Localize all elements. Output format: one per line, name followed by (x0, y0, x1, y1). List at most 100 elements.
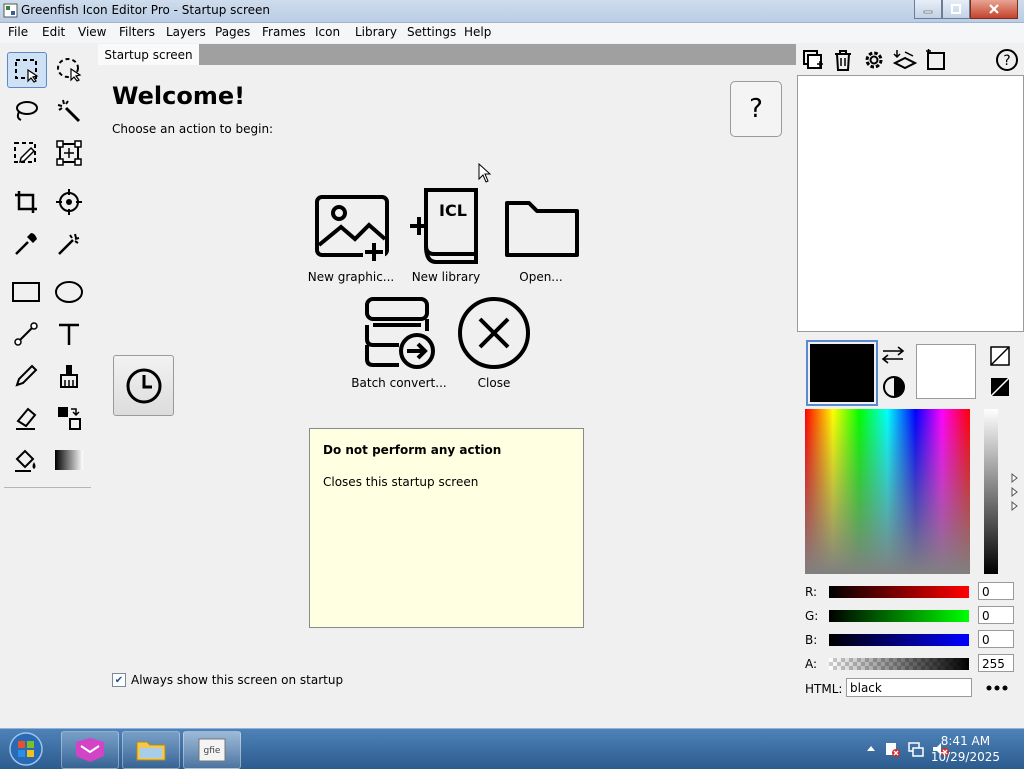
green-value[interactable]: 0 (978, 606, 1014, 624)
magic-wand-tool[interactable] (50, 94, 88, 128)
open-button[interactable]: Open... (493, 193, 589, 285)
primary-color-swatch[interactable] (806, 340, 878, 406)
menu-frames[interactable]: Frames (262, 25, 306, 39)
fill-tool[interactable] (7, 443, 45, 477)
menu-library[interactable]: Library (355, 25, 397, 39)
taskbar-file-explorer[interactable] (122, 731, 180, 769)
transform-tool[interactable] (50, 136, 88, 170)
always-show-checkbox[interactable]: ✔ (112, 673, 126, 687)
text-icon (59, 323, 79, 345)
luminance-slider[interactable] (984, 409, 998, 574)
greenfish-icon: gfie (198, 738, 226, 762)
gradient-icon (55, 450, 83, 470)
red-slider[interactable] (829, 586, 969, 598)
menu-pages[interactable]: Pages (215, 25, 250, 39)
alpha-value[interactable]: 255 (978, 654, 1014, 672)
lasso-icon (16, 101, 38, 121)
pencil-tool[interactable] (7, 359, 45, 393)
line-tool[interactable] (7, 317, 45, 351)
color-picker-tool[interactable] (7, 227, 45, 261)
taskbar-app-store[interactable] (61, 731, 119, 769)
text-tool[interactable] (50, 317, 88, 351)
brush-tool[interactable] (50, 359, 88, 393)
clock-time: 8:41 AM (940, 734, 991, 748)
hotspot-tool[interactable] (50, 185, 88, 219)
close-circle-icon (458, 297, 530, 369)
swap-colors-button[interactable] (879, 344, 907, 366)
new-graphic-icon (315, 195, 389, 263)
pencil-icon (15, 364, 38, 387)
menu-file[interactable]: File (8, 25, 28, 39)
color-spectrum[interactable] (805, 409, 970, 574)
html-label: HTML: (805, 682, 843, 696)
network-icon[interactable] (908, 741, 924, 757)
taskbar-greenfish[interactable]: gfie (183, 731, 241, 769)
menu-settings[interactable]: Settings (407, 25, 456, 39)
taskbar-clock[interactable]: 8:41 AM 10/29/2025 (931, 733, 1000, 765)
more-options-icon[interactable] (985, 684, 1009, 692)
tab-startup-screen[interactable]: Startup screen (98, 44, 199, 65)
ellipse-select-tool[interactable] (50, 52, 88, 86)
blue-label: B: (805, 633, 818, 647)
secondary-color-swatch[interactable] (916, 344, 976, 399)
batch-convert-button[interactable]: Batch convert... (351, 295, 447, 391)
help-button[interactable]: ? (730, 81, 782, 137)
invert-color-button[interactable] (881, 374, 907, 400)
maximize-button[interactable] (942, 0, 970, 19)
action-description-title: Do not perform any action (323, 443, 502, 457)
green-label: G: (805, 609, 819, 623)
gradient-tool[interactable] (50, 443, 88, 477)
start-button[interactable] (4, 731, 48, 767)
clock-date: 10/29/2025 (930, 750, 1000, 764)
crop-tool[interactable] (7, 185, 45, 219)
show-hidden-icons-icon[interactable] (866, 744, 876, 752)
open-label: Open... (519, 270, 563, 284)
rect-select-tool[interactable] (7, 52, 47, 88)
batch-convert-icon (365, 297, 435, 369)
red-value[interactable]: 0 (978, 582, 1014, 600)
retouch-tool[interactable] (50, 227, 88, 261)
new-frame-button[interactable] (924, 48, 948, 72)
new-page-icon (926, 49, 945, 70)
green-slider[interactable] (829, 610, 969, 622)
ellipse-tool[interactable] (50, 275, 88, 309)
eraser-tool[interactable] (7, 401, 45, 435)
new-layer-button[interactable] (801, 48, 825, 72)
delete-layer-button[interactable] (831, 48, 855, 72)
new-library-button[interactable]: ICL New library (398, 186, 494, 285)
duplicate-icon (803, 50, 823, 69)
blue-value[interactable]: 0 (978, 630, 1014, 648)
html-color-row: HTML: black (805, 678, 1023, 700)
action-description-text: Closes this startup screen (323, 475, 479, 489)
primary-color-fill (810, 344, 874, 402)
gear-icon (865, 51, 883, 69)
layer-settings-button[interactable] (862, 48, 886, 72)
rectangle-tool[interactable] (7, 275, 45, 309)
inverted-color-button[interactable] (990, 377, 1010, 400)
close-action-button[interactable]: Close (446, 295, 542, 391)
panel-help-button[interactable]: ? (995, 48, 1019, 72)
action-center-icon[interactable] (884, 741, 900, 757)
menu-layers[interactable]: Layers (166, 25, 206, 39)
menu-view[interactable]: View (78, 25, 106, 39)
recent-files-button[interactable] (113, 355, 174, 416)
transparent-color-button[interactable] (990, 346, 1010, 369)
alpha-slider[interactable] (829, 658, 969, 670)
close-window-button[interactable] (970, 0, 1018, 19)
tool-palette (0, 44, 96, 728)
pen-select-tool[interactable] (7, 136, 45, 170)
replace-color-tool[interactable] (50, 401, 88, 435)
menu-filters[interactable]: Filters (119, 25, 155, 39)
menu-edit[interactable]: Edit (42, 25, 65, 39)
new-graphic-button[interactable]: New graphic... (303, 193, 399, 285)
blue-slider[interactable] (829, 634, 969, 646)
menu-icon[interactable]: Icon (315, 25, 340, 39)
menu-help[interactable]: Help (464, 25, 491, 39)
merge-layers-button[interactable] (893, 48, 917, 72)
html-color-input[interactable]: black (846, 678, 972, 697)
menu-bar: File Edit View Filters Layers Pages Fram… (0, 23, 1024, 43)
minimize-button[interactable] (914, 0, 942, 19)
always-show-option[interactable]: ✔ Always show this screen on startup (112, 673, 343, 687)
lasso-tool[interactable] (7, 94, 45, 128)
ellipse-icon (55, 281, 83, 303)
